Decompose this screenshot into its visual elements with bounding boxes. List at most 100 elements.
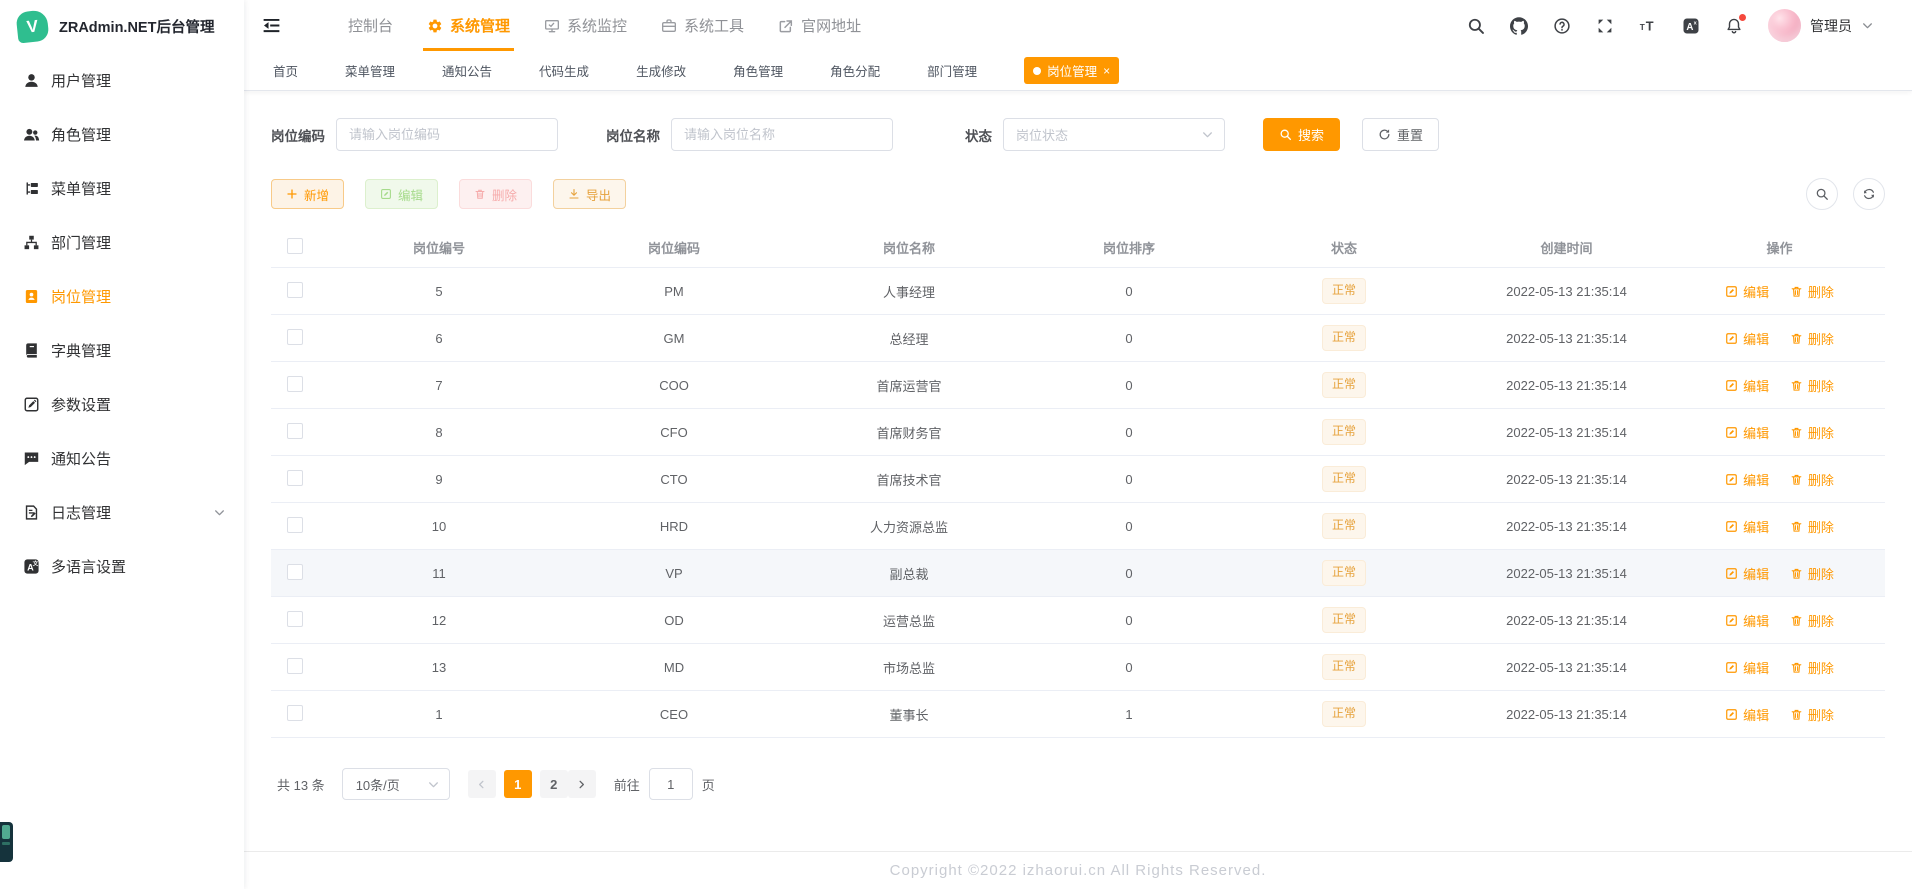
table-row[interactable]: 6 GM 总经理 0 正常 2022-05-13 21:35:14 编辑 删除 — [271, 314, 1885, 362]
page-tab[interactable]: 生成修改 — [636, 61, 686, 80]
nav-item[interactable]: 系统管理 — [410, 0, 527, 51]
row-checkbox[interactable] — [287, 610, 303, 627]
row-edit-button[interactable]: 编辑 — [1725, 705, 1769, 724]
add-button[interactable]: 新增 — [271, 179, 345, 209]
user-menu[interactable]: 管理员 — [1768, 9, 1874, 42]
sidebar-item[interactable]: 岗位管理 — [0, 269, 244, 323]
sidebar-item[interactable]: 用户管理 — [0, 53, 244, 107]
row-delete-button[interactable]: 删除 — [1790, 517, 1834, 536]
tab-label: 角色分配 — [830, 65, 881, 79]
row-delete-button[interactable]: 删除 — [1790, 282, 1834, 301]
row-edit-button[interactable]: 编辑 — [1725, 329, 1769, 348]
github-icon[interactable] — [1510, 16, 1528, 35]
row-delete-button[interactable]: 删除 — [1790, 470, 1834, 489]
reset-button[interactable]: 重置 — [1362, 118, 1440, 151]
nav-item[interactable]: 系统工具 — [644, 0, 761, 51]
fullscreen-icon[interactable] — [1596, 17, 1614, 35]
page-tab[interactable]: 首页 — [273, 61, 298, 80]
app-logo[interactable]: V ZRAdmin.NET后台管理 — [0, 0, 244, 53]
page-tab[interactable]: 角色分配 — [830, 61, 880, 80]
table-row[interactable]: 1 CEO 董事长 1 正常 2022-05-13 21:35:14 编辑 删除 — [271, 690, 1885, 738]
nav-item[interactable]: 系统监控 — [527, 0, 644, 51]
corner-widget[interactable] — [0, 822, 13, 862]
page-size-select[interactable]: 10条/页 — [341, 768, 450, 800]
row-checkbox[interactable] — [287, 469, 303, 486]
goto-page-input[interactable] — [648, 768, 693, 800]
row-checkbox[interactable] — [287, 563, 303, 580]
notice-icon — [23, 450, 40, 467]
row-delete-button[interactable]: 删除 — [1790, 423, 1834, 442]
row-delete-button[interactable]: 删除 — [1790, 376, 1834, 395]
table-row[interactable]: 10 HRD 人力资源总监 0 正常 2022-05-13 21:35:14 编… — [271, 502, 1885, 550]
row-delete-button[interactable]: 删除 — [1790, 705, 1834, 724]
post-code-input[interactable] — [336, 118, 558, 151]
delete-button-disabled[interactable]: 删除 — [459, 179, 533, 209]
cell-created-time: 2022-05-13 21:35:14 — [1459, 267, 1674, 315]
row-checkbox[interactable] — [287, 657, 303, 674]
row-edit-button[interactable]: 编辑 — [1725, 470, 1769, 489]
page-tab[interactable]: 通知公告 — [442, 61, 492, 80]
row-delete-button[interactable]: 删除 — [1790, 564, 1834, 583]
sidebar-item[interactable]: 参数设置 — [0, 377, 244, 431]
page-number-button[interactable]: 2 — [539, 770, 568, 798]
status-select[interactable]: 岗位状态 — [1003, 118, 1225, 151]
page-tab[interactable]: 部门管理 — [927, 61, 977, 80]
row-checkbox[interactable] — [287, 328, 303, 345]
post-name-input[interactable] — [671, 118, 893, 151]
row-edit-button[interactable]: 编辑 — [1725, 658, 1769, 677]
sidebar-item[interactable]: 角色管理 — [0, 107, 244, 161]
row-checkbox[interactable] — [287, 281, 303, 298]
sidebar-item[interactable]: 字典管理 — [0, 323, 244, 377]
row-delete-button[interactable]: 删除 — [1790, 611, 1834, 630]
table-row[interactable]: 5 PM 人事经理 0 正常 2022-05-13 21:35:14 编辑 删除 — [271, 267, 1885, 315]
search-button[interactable]: 搜索 — [1263, 118, 1341, 151]
help-icon[interactable] — [1553, 17, 1571, 35]
collapse-sidebar-icon[interactable] — [261, 15, 282, 36]
refresh-table-button[interactable] — [1853, 178, 1885, 210]
row-edit-button[interactable]: 编辑 — [1725, 564, 1769, 583]
page-tab[interactable]: 角色管理 — [733, 61, 783, 80]
export-button[interactable]: 导出 — [553, 179, 627, 209]
row-edit-button[interactable]: 编辑 — [1725, 423, 1769, 442]
row-checkbox[interactable] — [287, 375, 303, 392]
row-edit-button[interactable]: 编辑 — [1725, 376, 1769, 395]
row-edit-button[interactable]: 编辑 — [1725, 517, 1769, 536]
log-icon — [23, 504, 40, 521]
table-row[interactable]: 8 CFO 首席财务官 0 正常 2022-05-13 21:35:14 编辑 — [271, 408, 1885, 456]
chevron-down-icon — [1861, 19, 1874, 32]
page-tab[interactable]: 代码生成 — [539, 61, 589, 80]
next-page-button[interactable] — [567, 770, 596, 798]
table-row[interactable]: 13 MD 市场总监 0 正常 2022-05-13 21:35:14 编辑 删… — [271, 643, 1885, 691]
nav-item[interactable]: 官网地址 — [761, 0, 878, 51]
table-row[interactable]: 11 VP 副总裁 0 正常 2022-05-13 21:35:14 编辑 删除 — [271, 549, 1885, 597]
sidebar-item-label: 字典管理 — [51, 342, 112, 360]
row-checkbox[interactable] — [287, 516, 303, 533]
nav-item[interactable]: 控制台 — [308, 0, 410, 51]
row-delete-button[interactable]: 删除 — [1790, 329, 1834, 348]
row-edit-button[interactable]: 编辑 — [1725, 282, 1769, 301]
search-icon[interactable] — [1467, 17, 1485, 35]
edit-button-disabled[interactable]: 编辑 — [365, 179, 439, 209]
row-edit-button[interactable]: 编辑 — [1725, 611, 1769, 630]
sidebar-item[interactable]: 通知公告 — [0, 431, 244, 485]
font-size-icon[interactable]: TT — [1639, 17, 1657, 35]
table-row[interactable]: 9 CTO 首席技术官 0 正常 2022-05-13 21:35:14 编辑 — [271, 455, 1885, 503]
row-checkbox[interactable] — [287, 704, 303, 721]
prev-page-button[interactable] — [467, 770, 496, 798]
table-row[interactable]: 12 OD 运营总监 0 正常 2022-05-13 21:35:14 编辑 删… — [271, 596, 1885, 644]
sidebar-item[interactable]: A文 多语言设置 — [0, 539, 244, 593]
table-row[interactable]: 7 COO 首席运营官 0 正常 2022-05-13 21:35:14 编辑 — [271, 361, 1885, 409]
sidebar-item[interactable]: 部门管理 — [0, 215, 244, 269]
sidebar-item[interactable]: 日志管理 — [0, 485, 244, 539]
row-delete-button[interactable]: 删除 — [1790, 658, 1834, 677]
page-tab[interactable]: 岗位管理 × — [1024, 57, 1120, 84]
language-icon[interactable]: Ax — [1682, 17, 1700, 35]
page-number-button[interactable]: 1 — [503, 770, 532, 798]
select-all-checkbox[interactable] — [287, 237, 303, 254]
close-icon[interactable]: × — [1103, 65, 1110, 77]
bell-icon[interactable] — [1725, 13, 1746, 35]
page-tab[interactable]: 菜单管理 — [345, 61, 395, 80]
sidebar-item[interactable]: 菜单管理 — [0, 161, 244, 215]
row-checkbox[interactable] — [287, 422, 303, 439]
toggle-search-button[interactable] — [1806, 178, 1838, 210]
